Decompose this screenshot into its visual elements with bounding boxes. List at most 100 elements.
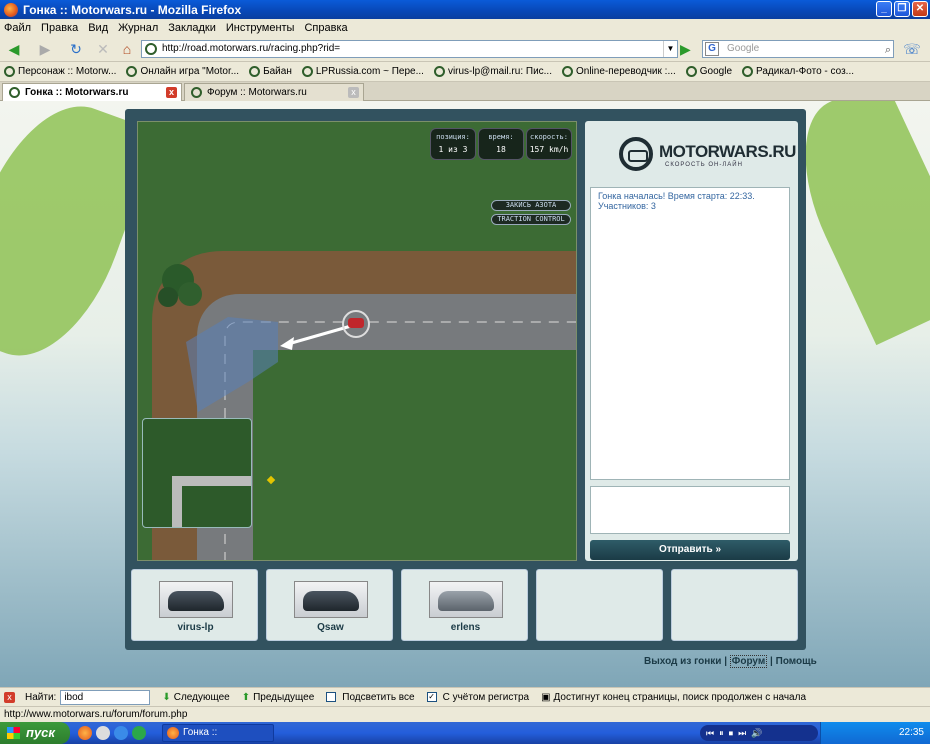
menu-bar: Файл Правка Вид Журнал Закладки Инструме… (0, 19, 930, 36)
start-button[interactable]: пуск (0, 722, 70, 744)
bookmark-item[interactable]: Персонаж :: Motorw... (4, 66, 116, 77)
search-input[interactable]: G Google ⌕ (702, 40, 894, 58)
checkbox-checked-icon: ✓ (426, 692, 437, 702)
forum-link[interactable]: Форум (729, 655, 768, 668)
car-image (303, 591, 359, 611)
minimize-button[interactable]: _ (876, 1, 892, 17)
window-title-bar: Гонка :: Motorwars.ru - Mozilla Firefox … (0, 0, 930, 19)
bookmark-item[interactable]: Онлайн игра "Motor... (126, 66, 239, 77)
traction-control-button[interactable]: TRACTION CONTROL (491, 214, 571, 225)
menu-bookmarks[interactable]: Закладки (168, 22, 216, 34)
firefox-quicklaunch-icon[interactable] (78, 726, 92, 740)
menu-help[interactable]: Справка (304, 22, 347, 34)
arrow-down-icon: ⬇ (162, 691, 171, 703)
bookmark-favicon (4, 66, 15, 77)
next-track-icon[interactable]: ⏭ (738, 728, 746, 739)
skype-icon[interactable]: ☏ (902, 39, 922, 59)
restore-button[interactable]: ❐ (894, 1, 910, 17)
bookmark-item[interactable]: Байан (249, 66, 292, 77)
car-image (168, 591, 224, 611)
tab-bar: Гонка :: Motorwars.ru x Форум :: Motorwa… (0, 82, 930, 101)
car-thumbnail (429, 581, 503, 618)
chat-message-input[interactable] (590, 486, 790, 534)
checkbox-icon (326, 692, 337, 702)
menu-tools[interactable]: Инструменты (226, 22, 295, 34)
hud-position: позиция: 1 из 3 (430, 128, 476, 160)
tab-favicon (9, 87, 20, 98)
find-input[interactable]: ibod (60, 689, 151, 705)
system-tray: 22:35 (820, 722, 930, 744)
radikal-favicon (742, 66, 754, 77)
home-icon[interactable]: ⌂ (117, 39, 137, 59)
menu-edit[interactable]: Правка (41, 22, 78, 34)
menu-file[interactable]: Файл (4, 22, 31, 34)
url-dropdown-icon[interactable]: ▼ (663, 41, 677, 57)
clock: 22:35 (898, 727, 924, 738)
play-icon[interactable]: ⏸ (719, 728, 724, 739)
close-tab-icon[interactable]: x (348, 87, 359, 98)
quicklaunch-icon[interactable] (96, 726, 110, 740)
bookmark-item[interactable]: LPRussia.com ~ Пере... (301, 66, 424, 77)
match-case-checkbox[interactable]: ✓ С учётом регистра (426, 692, 529, 703)
page-content: позиция: 1 из 3 время: 18 скорость: 157 … (0, 101, 930, 687)
stop-icon[interactable]: ✕ (93, 39, 113, 59)
prev-track-icon[interactable]: ⏮ (706, 728, 714, 739)
bookmark-item[interactable]: virus-lp@mail.ru: Пис... (433, 66, 552, 77)
race-track-canvas[interactable]: позиция: 1 из 3 время: 18 скорость: 157 … (137, 121, 577, 561)
footer-links: Выход из гонки | Форум | Помощь (644, 655, 817, 668)
stop-icon[interactable]: ⏹ (729, 728, 734, 739)
logo-icon (619, 137, 653, 171)
chat-line: Гонка началась! Время старта: 22:33. (598, 191, 755, 201)
media-player-controls[interactable]: ⏮ ⏸ ⏹ ⏭ 🔊 (700, 725, 818, 741)
firefox-icon (4, 2, 18, 17)
close-find-bar-icon[interactable]: x (4, 691, 15, 703)
go-icon[interactable]: ▶ (680, 40, 696, 58)
nitro-button[interactable]: ЗАКИСЬ АЗОТА (491, 200, 571, 211)
car-thumbnail (294, 581, 368, 618)
close-tab-icon[interactable]: x (166, 87, 177, 98)
exit-race-link[interactable]: Выход из гонки (644, 656, 721, 667)
volume-icon[interactable]: 🔊 (751, 728, 762, 739)
ie-quicklaunch-icon[interactable] (114, 726, 128, 740)
send-button[interactable]: Отправить » (590, 540, 790, 560)
motorwars-logo: MOTORWARS.RU СКОРОСТЬ ОН-ЛАЙН (619, 137, 796, 177)
find-previous-button[interactable]: ⬆ Предыдущее (242, 692, 315, 703)
bookmark-item[interactable]: Google (685, 66, 732, 77)
tab-forum[interactable]: Форум :: Motorwars.ru x (184, 83, 364, 101)
google-favicon (685, 66, 697, 77)
search-icon[interactable]: ⌕ (885, 42, 891, 58)
google-engine-icon[interactable]: G (705, 42, 719, 56)
hud-speed: скорость: 157 km/h (526, 128, 572, 160)
player-card[interactable]: Qsaw (266, 569, 393, 641)
mail-favicon (433, 66, 445, 77)
find-bar: x Найти: ibod ⬇ Следующее ⬆ Предыдущее Под… (0, 687, 930, 706)
menu-view[interactable]: Вид (88, 22, 108, 34)
forward-icon[interactable]: ▶ (35, 39, 55, 59)
highlight-all-checkbox[interactable]: Подсветить все (326, 692, 415, 703)
bookmark-item[interactable]: Online-переводчик :... (562, 66, 676, 77)
help-link[interactable]: Помощь (776, 656, 817, 667)
find-status: ▣ Достигнут конец страницы, поиск продолж… (541, 691, 807, 703)
menu-history[interactable]: Журнал (118, 22, 158, 34)
navigation-toolbar: ◀ ▶ ↻ ✕ ⌂ http://road.motorwars.ru/racin… (0, 36, 930, 62)
player-card[interactable]: virus-lp (131, 569, 258, 641)
back-icon[interactable]: ◀ (4, 39, 24, 59)
tab-race[interactable]: Гонка :: Motorwars.ru x (2, 83, 182, 101)
bookmark-favicon (301, 66, 313, 77)
game-frame: позиция: 1 из 3 время: 18 скорость: 157 … (125, 109, 806, 650)
reload-icon[interactable]: ↻ (66, 39, 86, 59)
car-thumbnail (159, 581, 233, 618)
chat-log: Гонка началась! Время старта: 22:33. Уча… (590, 187, 790, 480)
player-name: erlens (450, 622, 481, 633)
bookmark-item[interactable]: Радикал-Фото - соз... (742, 66, 854, 77)
find-label: Найти: (25, 691, 57, 703)
url-bar[interactable]: http://road.motorwars.ru/racing.php?rid=… (141, 40, 678, 58)
quicklaunch-icon[interactable] (132, 726, 146, 740)
player-card[interactable]: erlens (401, 569, 528, 641)
find-next-button[interactable]: ⬇ Следующее (162, 692, 229, 703)
taskbar-item-firefox[interactable]: Гонка :: Motorwars.r... (162, 724, 274, 744)
close-window-button[interactable]: ✕ (912, 1, 928, 17)
player-name: Qsaw (317, 622, 344, 633)
windows-taskbar: пуск Гонка :: Motorwars.r... ⏮ ⏸ ⏹ ⏭ 🔊 R… (0, 722, 930, 744)
car-image (438, 591, 494, 611)
